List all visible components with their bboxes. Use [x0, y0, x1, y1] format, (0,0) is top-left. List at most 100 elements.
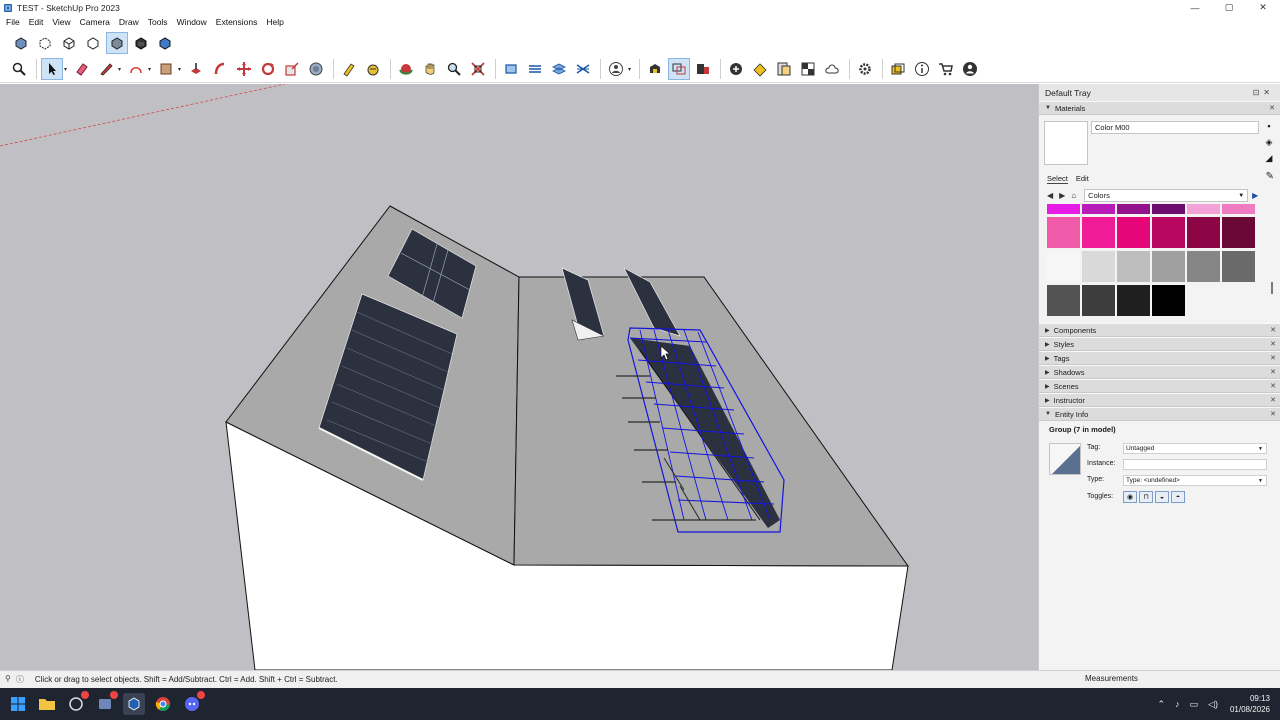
profile-button[interactable]	[959, 58, 981, 80]
3d-warehouse-button[interactable]	[644, 58, 666, 80]
geo-location-icon[interactable]: ⚲	[5, 674, 11, 685]
maximize-button[interactable]: ▢	[1212, 0, 1246, 15]
file-explorer-taskbar-icon[interactable]	[36, 693, 58, 715]
default-material-icon[interactable]: ◢	[1264, 153, 1274, 163]
cast-shadows-toggle[interactable]: ◓	[1171, 491, 1185, 503]
components-panel-header[interactable]: ▶ Components ✕	[1039, 323, 1280, 337]
material-name-field[interactable]: Color M00	[1091, 121, 1259, 134]
push-pull-button[interactable]	[185, 58, 207, 80]
menu-camera[interactable]: Camera	[80, 17, 110, 27]
type-select[interactable]: Type: <undefined> ▼	[1123, 475, 1267, 486]
color-swatch[interactable]	[1047, 204, 1080, 214]
model-viewport[interactable]	[0, 84, 1038, 670]
components-button[interactable]	[668, 58, 690, 80]
material-preview-swatch[interactable]	[1044, 121, 1088, 165]
network-icon[interactable]: ▭	[1190, 699, 1199, 710]
forward-arrow-icon[interactable]: ▶	[1059, 191, 1065, 200]
microphone-icon[interactable]: ♪	[1175, 699, 1180, 709]
instructor-button[interactable]	[911, 58, 933, 80]
add-location-button[interactable]	[725, 58, 747, 80]
line-tool-button[interactable]	[95, 58, 117, 80]
color-swatch[interactable]	[1047, 217, 1080, 248]
menu-window[interactable]: Window	[177, 17, 207, 27]
style-builder-button[interactable]	[797, 58, 819, 80]
menu-file[interactable]: File	[6, 17, 20, 27]
menu-view[interactable]: View	[52, 17, 70, 27]
color-swatch[interactable]	[1187, 204, 1220, 214]
layout-button[interactable]	[773, 58, 795, 80]
app-taskbar-icon[interactable]	[65, 691, 89, 715]
color-swatch[interactable]	[1082, 285, 1115, 316]
tag-select[interactable]: Untagged ▼	[1123, 443, 1267, 454]
arc-dropdown-icon[interactable]: ▾	[147, 58, 152, 80]
menu-extensions[interactable]: Extensions	[216, 17, 258, 27]
pan-tool-button[interactable]	[419, 58, 441, 80]
extension-manager-button[interactable]	[854, 58, 876, 80]
menu-draw[interactable]: Draw	[119, 17, 139, 27]
tray-controls[interactable]: ⊡✕	[1253, 88, 1274, 97]
color-swatch[interactable]	[1187, 217, 1220, 248]
color-swatch[interactable]	[1082, 251, 1115, 282]
color-swatch[interactable]	[1117, 285, 1150, 316]
home-icon[interactable]: ⌂	[1071, 191, 1076, 200]
clock[interactable]: 09:13 01/08/2026	[1230, 693, 1270, 715]
account-button[interactable]	[605, 58, 627, 80]
tab-select[interactable]: Select	[1047, 174, 1068, 184]
eraser-tool-button[interactable]	[71, 58, 93, 80]
menu-help[interactable]: Help	[266, 17, 283, 27]
display-section-fill-button[interactable]	[572, 58, 594, 80]
create-material-icon[interactable]: ▪	[1264, 121, 1274, 131]
instance-field[interactable]	[1123, 459, 1267, 470]
receive-shadows-toggle[interactable]: ◒	[1155, 491, 1169, 503]
shop-button[interactable]	[935, 58, 957, 80]
zoom-button[interactable]	[443, 58, 465, 80]
color-swatch[interactable]	[1117, 251, 1150, 282]
entity-info-panel-header[interactable]: ▼ Entity Info ✕	[1039, 407, 1280, 421]
color-swatch[interactable]	[1152, 204, 1185, 214]
select-dropdown-icon[interactable]: ▾	[63, 58, 68, 80]
extension-warehouse-button[interactable]	[692, 58, 714, 80]
line-dropdown-icon[interactable]: ▾	[117, 58, 122, 80]
sketchup-taskbar-icon[interactable]	[123, 693, 145, 715]
rotate-tool-button[interactable]	[257, 58, 279, 80]
section-plane-button[interactable]	[500, 58, 522, 80]
details-arrow-icon[interactable]: ▶	[1252, 191, 1258, 200]
tab-edit[interactable]: Edit	[1076, 174, 1089, 184]
shaded-button[interactable]	[106, 32, 128, 54]
eyedropper-icon[interactable]: ✎	[1266, 171, 1274, 182]
color-swatch[interactable]	[1222, 217, 1255, 248]
info-icon[interactable]: ⓘ	[16, 674, 24, 685]
rectangle-dropdown-icon[interactable]: ▾	[177, 58, 182, 80]
back-arrow-icon[interactable]: ◀	[1047, 191, 1053, 200]
visibility-toggle[interactable]: ◉	[1123, 491, 1137, 503]
color-swatch[interactable]	[1047, 285, 1080, 316]
follow-me-button[interactable]	[209, 58, 231, 80]
color-swatch[interactable]	[1082, 204, 1115, 214]
trimble-connect-button[interactable]	[821, 58, 843, 80]
discord-taskbar-icon[interactable]	[181, 691, 205, 715]
color-swatch[interactable]	[1117, 204, 1150, 214]
app-taskbar-icon[interactable]	[94, 691, 118, 715]
color-swatch[interactable]	[1047, 251, 1080, 282]
zoom-extents-button[interactable]	[467, 58, 489, 80]
color-swatch[interactable]	[1187, 251, 1220, 282]
scenes-panel-header[interactable]: ▶ Scenes ✕	[1039, 379, 1280, 393]
wireframe-button[interactable]	[58, 32, 80, 54]
color-swatch[interactable]	[1152, 217, 1185, 248]
volume-icon[interactable]: ◁)	[1208, 699, 1218, 710]
photo-texture-button[interactable]	[749, 58, 771, 80]
shadows-panel-header[interactable]: ▶ Shadows ✕	[1039, 365, 1280, 379]
move-tool-button[interactable]	[233, 58, 255, 80]
tape-measure-button[interactable]	[338, 58, 360, 80]
color-swatch[interactable]	[1117, 217, 1150, 248]
menu-tools[interactable]: Tools	[148, 17, 168, 27]
menu-edit[interactable]: Edit	[29, 17, 44, 27]
xray-style-button[interactable]	[10, 32, 32, 54]
color-swatch[interactable]	[1222, 251, 1255, 282]
scenes-button[interactable]	[887, 58, 909, 80]
zoom-tool-button[interactable]	[8, 58, 30, 80]
shaded-textures-button[interactable]	[130, 32, 152, 54]
scale-tool-button[interactable]	[281, 58, 303, 80]
close-panel-icon[interactable]: ✕	[1269, 104, 1275, 112]
monochrome-button[interactable]	[154, 32, 176, 54]
